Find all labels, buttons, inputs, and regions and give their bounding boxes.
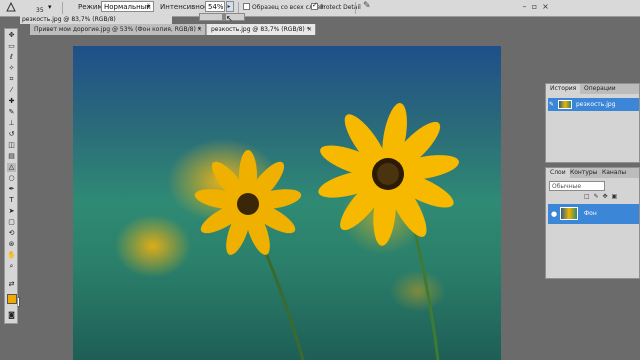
history-panel-tabs: История Операции (546, 84, 639, 94)
intensity-input[interactable]: 54% (205, 1, 225, 12)
intensity-slider-toggle[interactable]: ▸ (226, 1, 234, 12)
blend-mode-value: Обычные (552, 183, 582, 190)
document-title: резкость.jpg @ 83,7% (RGB/8) (22, 16, 116, 23)
layer-row[interactable]: ● Фон (548, 204, 639, 224)
tab-paths[interactable]: Контуры (566, 168, 601, 178)
tablet-pressure-icon[interactable]: ✎ (363, 1, 371, 11)
sharpen-tool-icon[interactable] (6, 2, 16, 12)
dropdown-arrow-icon: ▸ (227, 3, 231, 10)
layer-thumbnail (560, 207, 578, 220)
separator (355, 2, 356, 14)
eraser-tool-icon[interactable]: ◫ (7, 141, 16, 150)
layers-panel-tabs: Слои Контуры Каналы (546, 168, 639, 178)
tab-label: резкость.jpg @ 83,7% (RGB/8) * (211, 26, 310, 33)
history-snapshot-item[interactable]: ✎ резкость.jpg (548, 98, 639, 111)
history-panel: История Операции ✎ резкость.jpg (545, 83, 640, 163)
brush-picker-icon[interactable]: ▾ (48, 3, 52, 11)
lock-icons[interactable]: □ ✎ ✥ ▣ (584, 193, 618, 200)
3d-orbit-tool-icon[interactable]: ⊛ (7, 240, 16, 249)
3d-rotate-tool-icon[interactable]: ⟲ (7, 229, 16, 238)
maximize-icon[interactable]: ▫ (530, 2, 539, 11)
swap-colors-icon[interactable]: ⇄ (7, 280, 16, 289)
document-tabs: Привет мои дорогие.jpg @ 53% (Фон копия,… (30, 24, 316, 35)
document-window-title: резкость.jpg @ 83,7% (RGB/8) (20, 16, 172, 24)
eyedropper-tool-icon[interactable]: ⁄ (7, 86, 16, 95)
crop-tool-icon[interactable]: ⌗ (7, 75, 16, 84)
shape-tool-icon[interactable]: ▢ (7, 218, 16, 227)
protect-detail-checkbox[interactable] (311, 1, 318, 10)
snapshot-thumbnail (558, 100, 572, 109)
magic-wand-tool-icon[interactable]: ✧ (7, 64, 16, 73)
hand-tool-icon[interactable]: ✋ (7, 251, 16, 260)
toolbox: ✥ ▭ ℓ ✧ ⌗ ⁄ ✚ ✎ ⊥ ↺ ◫ ▤ △ ○ ✒ T ➤ ▢ ⟲ ⊛ … (4, 28, 20, 324)
mode-select[interactable]: Нормальный ▾ (101, 1, 154, 12)
minimize-icon[interactable]: – (520, 2, 529, 11)
options-bar: 35 ▾ Режим: Нормальный ▾ Интенсивность: … (0, 0, 640, 17)
pen-tool-icon[interactable]: ✒ (7, 185, 16, 194)
mouse-cursor-icon: ↖ (226, 14, 233, 23)
quick-mask-icon[interactable]: ◙ (7, 311, 16, 320)
sharpen-tool-icon[interactable]: △ (7, 163, 16, 172)
blend-mode-select[interactable]: Обычные (549, 181, 605, 191)
clone-stamp-tool-icon[interactable]: ⊥ (7, 119, 16, 128)
close-icon[interactable]: × (541, 2, 550, 11)
lasso-tool-icon[interactable]: ℓ (7, 53, 16, 62)
intensity-slider-popup[interactable] (199, 13, 245, 21)
intensity-value: 54% (208, 3, 224, 11)
type-tool-icon[interactable]: T (7, 196, 16, 205)
tab-channels[interactable]: Каналы (598, 168, 630, 178)
healing-brush-tool-icon[interactable]: ✚ (7, 97, 16, 106)
photo-image (194, 103, 459, 360)
layers-panel: Слои Контуры Каналы Обычные □ ✎ ✥ ▣ ● Фо… (545, 167, 640, 279)
tab-document-1[interactable]: Привет мои дорогие.jpg @ 53% (Фон копия,… (30, 24, 206, 35)
eye-icon[interactable]: ● (550, 204, 558, 224)
layer-name: Фон (584, 210, 597, 217)
gradient-tool-icon[interactable]: ▤ (7, 152, 16, 161)
marquee-tool-icon[interactable]: ▭ (7, 42, 16, 51)
dodge-tool-icon[interactable]: ○ (7, 174, 16, 183)
dropdown-arrow-icon: ▾ (146, 3, 150, 10)
close-tab-icon[interactable]: × (307, 24, 312, 35)
path-selection-tool-icon[interactable]: ➤ (7, 207, 16, 216)
close-tab-icon[interactable]: × (197, 24, 202, 35)
tab-actions[interactable]: Операции (580, 84, 620, 94)
document-canvas[interactable] (73, 46, 501, 360)
zoom-tool-icon[interactable]: ⌕ (7, 262, 16, 271)
move-tool-icon[interactable]: ✥ (7, 31, 16, 40)
separator (62, 2, 63, 14)
brush-tool-icon[interactable]: ✎ (7, 108, 16, 117)
tab-history[interactable]: История (546, 84, 581, 94)
history-brush-tool-icon[interactable]: ↺ (7, 130, 16, 139)
tab-label: Привет мои дорогие.jpg @ 53% (Фон копия,… (34, 26, 201, 33)
history-item-label: резкость.jpg (576, 101, 616, 108)
tab-document-2[interactable]: резкость.jpg @ 83,7% (RGB/8) * × (207, 24, 316, 35)
brush-icon: ✎ (549, 101, 555, 108)
foreground-color-swatch[interactable] (7, 294, 17, 304)
brush-size-value[interactable]: 35 (36, 8, 44, 14)
sample-all-layers-checkbox[interactable] (243, 3, 250, 10)
